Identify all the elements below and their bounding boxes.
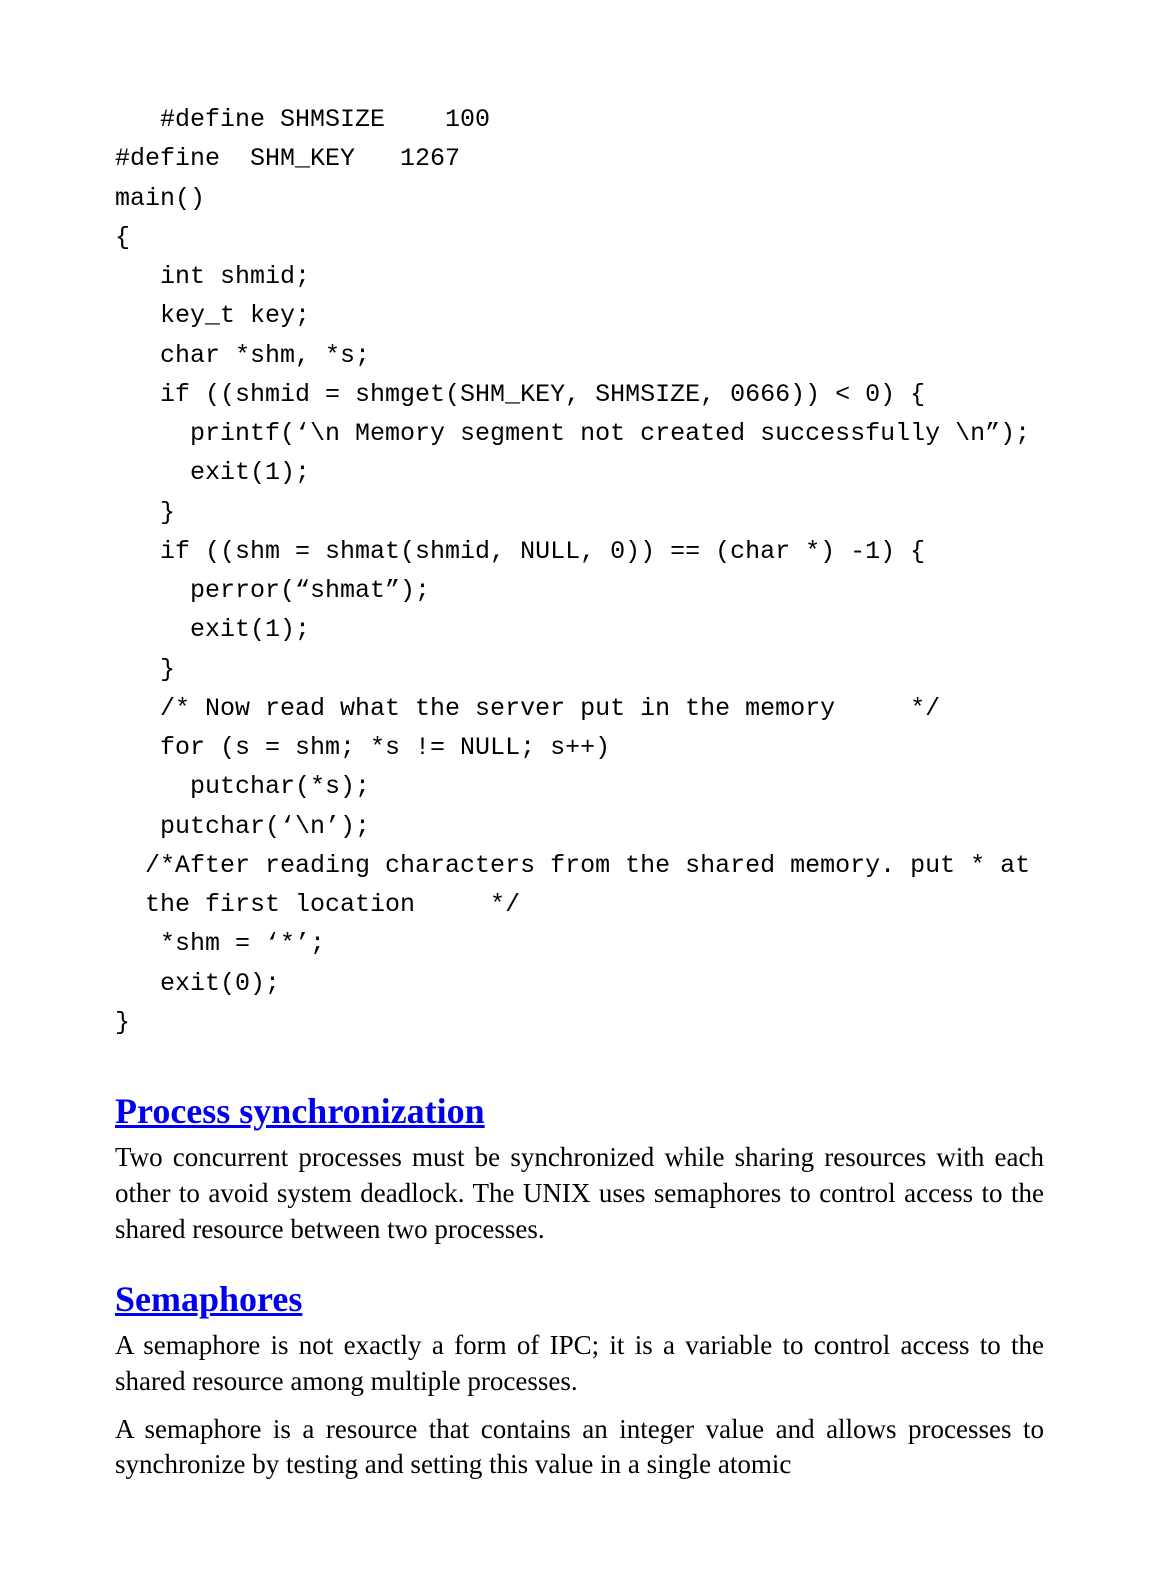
paragraph: Two concurrent processes must be synchro… [115,1140,1044,1248]
document-page: #define SHMSIZE 100 #define SHM_KEY 1267… [0,0,1159,1573]
heading-process-synchronization: Process synchronization [115,1090,1044,1132]
paragraph: A semaphore is a resource that contains … [115,1412,1044,1484]
heading-semaphores: Semaphores [115,1278,1044,1320]
paragraph: A semaphore is not exactly a form of IPC… [115,1328,1044,1400]
code-block: #define SHMSIZE 100 #define SHM_KEY 1267… [115,100,1044,1042]
